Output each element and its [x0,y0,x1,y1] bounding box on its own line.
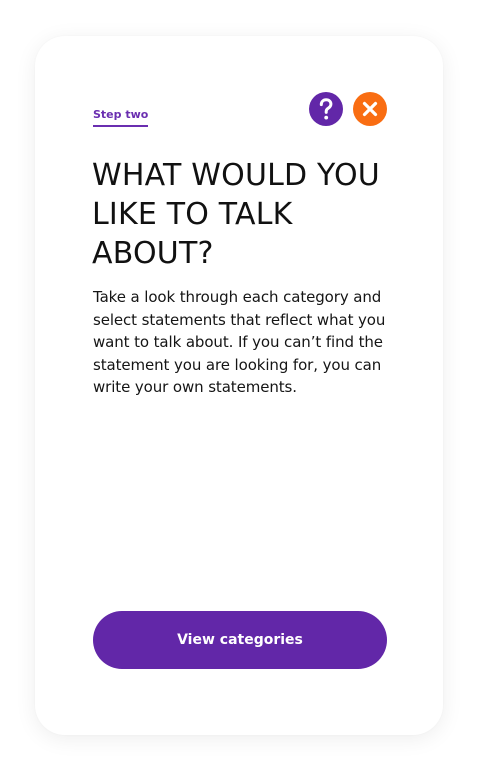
step-indicator: Step two [93,108,149,127]
onboarding-card: Step two WHAT WOULD YOU LIKE TO TALK ABO… [35,36,443,735]
view-categories-button[interactable]: View categories [93,611,387,669]
page-title: WHAT WOULD YOU LIKE TO TALK ABOUT? [92,158,380,271]
question-mark-icon [319,98,333,120]
close-x-icon [362,101,378,117]
close-button[interactable] [353,92,387,126]
help-button[interactable] [309,92,343,126]
description-text: Take a look through each category and se… [93,288,386,396]
